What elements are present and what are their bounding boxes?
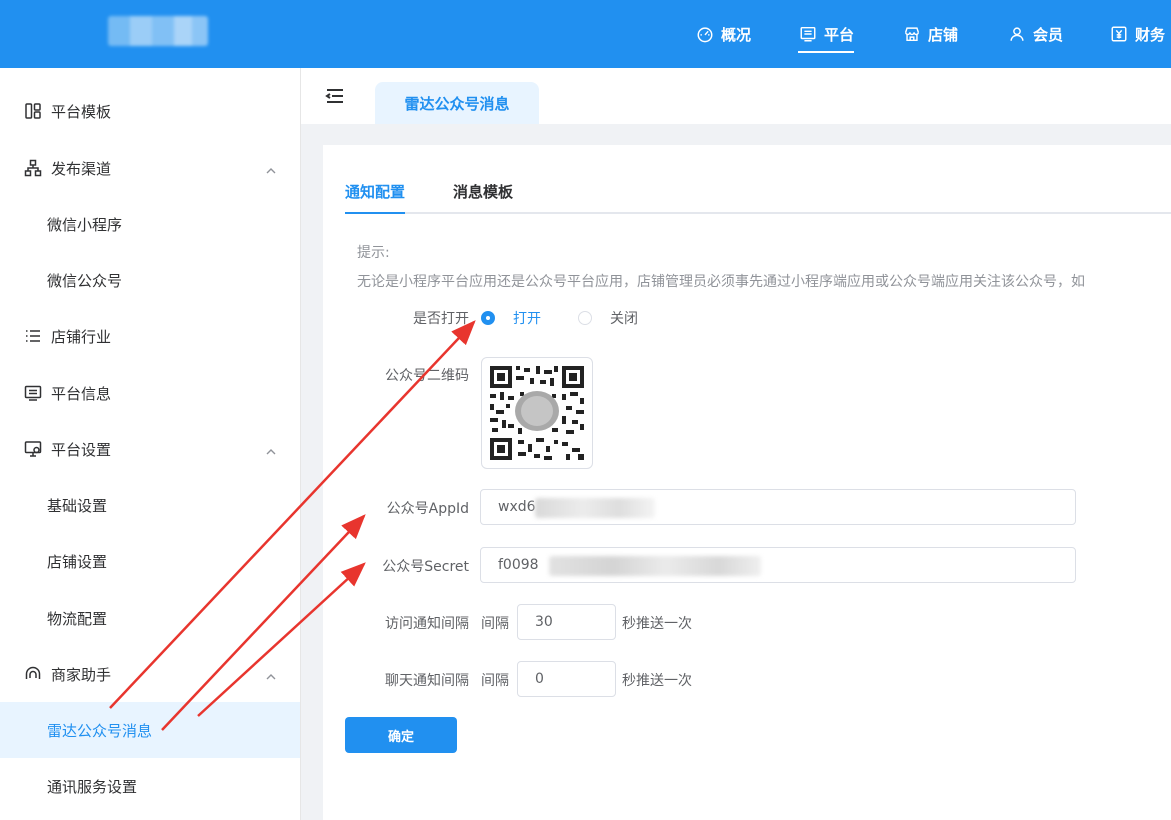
radio-dot-unchecked: [578, 311, 592, 325]
nav-overview-label: 概况: [721, 25, 752, 44]
sidebar-item-platform-info[interactable]: 平台信息: [0, 365, 300, 421]
collapse-menu-icon[interactable]: [325, 86, 345, 106]
user-icon: [1007, 24, 1027, 44]
nav-store[interactable]: 店铺: [902, 0, 958, 68]
sidebar-item-store-settings[interactable]: 店铺设置: [0, 533, 300, 589]
sidebar-item-label: 平台信息: [51, 384, 112, 403]
chat-interval-input[interactable]: 0: [517, 661, 616, 697]
sidebar-item-publish-channel[interactable]: 发布渠道: [0, 140, 300, 196]
appid-value: wxd6: [498, 499, 536, 515]
qr-label: 公众号二维码: [385, 368, 469, 384]
template-icon: [24, 102, 42, 120]
sidebar: 平台模板 发布渠道 微信小程序 微信公众号 店铺行业 平台信息 平台设置 基础设…: [0, 68, 301, 820]
platform-icon: [798, 24, 818, 44]
top-header: 概况 平台 店铺 会员 财务: [0, 0, 1171, 68]
sidebar-item-label: 基础设置: [47, 496, 108, 515]
nav-member[interactable]: 会员: [1007, 0, 1063, 68]
nav-finance-label: 财务: [1135, 25, 1166, 44]
chevron-up-icon: [266, 668, 276, 680]
radio-open-label: 打开: [513, 311, 541, 327]
open-label: 是否打开: [413, 311, 469, 327]
chevron-up-icon: [266, 443, 276, 455]
redaction-blur: [549, 556, 761, 576]
radio-open[interactable]: 打开: [481, 308, 541, 328]
appid-input[interactable]: wxd6: [480, 489, 1076, 525]
sidebar-item-label: 发布渠道: [51, 159, 112, 178]
sidebar-item-label: 通讯服务设置: [47, 777, 138, 796]
radio-dot-checked: [481, 311, 495, 325]
sidebar-item-merchant-assistant[interactable]: 商家助手: [0, 646, 300, 702]
sidebar-item-label: 平台设置: [51, 440, 112, 459]
sidebar-item-label: 雷达公众号消息: [47, 721, 153, 740]
sidebar-item-label: 店铺行业: [51, 327, 112, 346]
finance-icon: [1109, 24, 1129, 44]
monitor-settings-icon: [24, 440, 42, 458]
secret-label: 公众号Secret: [382, 559, 469, 575]
tip-label: 提示:: [357, 245, 390, 261]
nav-store-label: 店铺: [928, 25, 959, 44]
sidebar-item-label: 店铺设置: [47, 552, 108, 571]
store-icon: [902, 24, 922, 44]
chat-suffix: 秒推送一次: [622, 673, 692, 689]
sidebar-item-communication-settings[interactable]: 通讯服务设置: [0, 758, 300, 814]
tab-notification-config[interactable]: 通知配置: [345, 181, 406, 214]
sidebar-item-platform-settings[interactable]: 平台设置: [0, 421, 300, 477]
visit-prefix: 间隔: [481, 616, 509, 632]
nav-platform-label: 平台: [824, 25, 855, 44]
sitemap-icon: [24, 159, 42, 177]
nav-member-label: 会员: [1033, 25, 1064, 44]
chat-interval-value: 0: [535, 671, 544, 687]
sidebar-item-label: 微信小程序: [47, 215, 123, 234]
qr-code-image[interactable]: [481, 357, 593, 469]
radio-close[interactable]: 关闭: [578, 308, 638, 328]
sidebar-item-basic-settings[interactable]: 基础设置: [0, 477, 300, 533]
list-icon: [24, 327, 42, 345]
secret-input[interactable]: f0098: [480, 547, 1076, 583]
sidebar-item-label: 物流配置: [47, 609, 108, 628]
sidebar-item-label: 商家助手: [51, 665, 112, 684]
info-card-icon: [24, 384, 42, 402]
sidebar-item-store-industry[interactable]: 店铺行业: [0, 308, 300, 364]
visit-interval-input[interactable]: 30: [517, 604, 616, 640]
logo: [108, 16, 208, 46]
sidebar-item-logistics-config[interactable]: 物流配置: [0, 590, 300, 646]
sidebar-item-label: 微信公众号: [47, 271, 123, 290]
sidebar-item-wechat-miniprogram[interactable]: 微信小程序: [0, 196, 300, 252]
visit-interval-value: 30: [535, 614, 553, 630]
subtab-bar: 通知配置 消息模板: [345, 145, 1171, 214]
tab-radar-message[interactable]: 雷达公众号消息: [375, 82, 539, 124]
sidebar-item-radar-message[interactable]: 雷达公众号消息: [0, 702, 300, 758]
nav-overview[interactable]: 概况: [695, 0, 751, 68]
nav-platform[interactable]: 平台: [798, 0, 855, 68]
visit-interval-label: 访问通知间隔: [385, 616, 469, 632]
chat-interval-label: 聊天通知间隔: [385, 673, 469, 689]
dashboard-icon: [695, 24, 715, 44]
secret-value: f0098: [498, 557, 539, 573]
chat-prefix: 间隔: [481, 673, 509, 689]
content-card: 通知配置 消息模板 提示: 无论是小程序平台应用还是公众号平台应用，店铺管理员必…: [323, 145, 1171, 820]
nav-finance[interactable]: 财务: [1109, 0, 1165, 68]
assistant-icon: [24, 665, 42, 683]
radio-close-label: 关闭: [610, 311, 638, 327]
sidebar-item-wechat-official-account[interactable]: 微信公众号: [0, 252, 300, 308]
chevron-up-icon: [266, 162, 276, 174]
sidebar-item-label: 平台模板: [51, 102, 112, 121]
visit-suffix: 秒推送一次: [622, 616, 692, 632]
sidebar-item-platform-template[interactable]: 平台模板: [0, 83, 300, 139]
tip-text: 无论是小程序平台应用还是公众号平台应用，店铺管理员必须事先通过小程序端应用或公众…: [357, 274, 1085, 290]
confirm-button[interactable]: 确定: [345, 717, 457, 753]
tab-message-template[interactable]: 消息模板: [453, 181, 513, 202]
redaction-blur: [535, 498, 655, 518]
tab-strip: 雷达公众号消息: [301, 68, 1171, 124]
appid-label: 公众号AppId: [386, 501, 469, 517]
